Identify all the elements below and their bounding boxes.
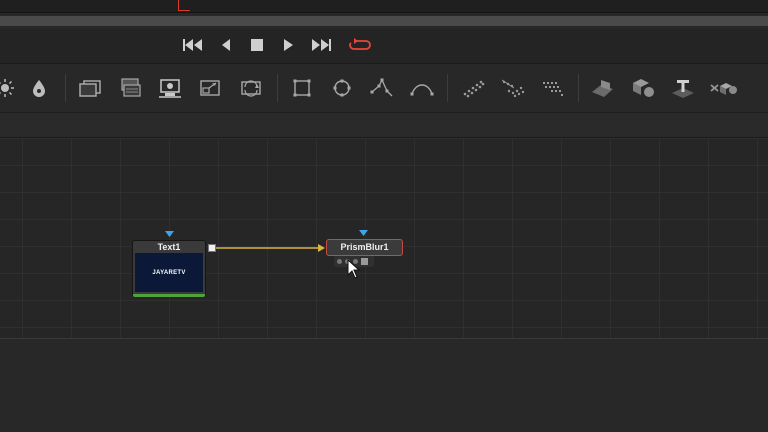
inspector-panel (0, 339, 768, 432)
text1-node-title: Text1 (134, 241, 204, 253)
text1-thumbnail-text: JAYARETV (152, 269, 186, 276)
connection-arrow (318, 244, 325, 252)
text1-input-arrow-icon[interactable] (165, 231, 174, 237)
prismblur1-port-dot[interactable] (337, 259, 342, 264)
prismblur1-node-title: PrismBlur1 (340, 242, 389, 252)
text1-status-bar (133, 294, 205, 297)
text1-output-port[interactable] (208, 244, 216, 252)
prismblur1-output-port[interactable] (361, 258, 368, 265)
mouse-cursor-icon (347, 259, 361, 279)
prismblur1-input-arrow-icon[interactable] (359, 230, 368, 236)
text1-thumbnail: JAYARETV (135, 253, 203, 292)
